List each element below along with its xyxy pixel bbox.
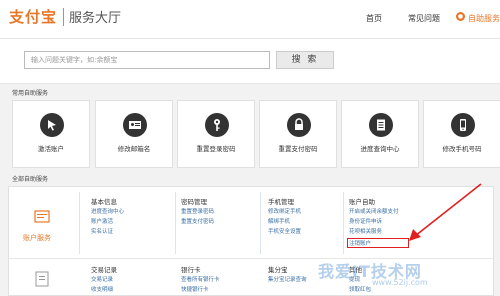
- link-transaction-records[interactable]: 交易记录: [91, 275, 113, 283]
- category-basic-info: 基本信息: [91, 198, 117, 206]
- tile-reset-login-password[interactable]: 重置登录密码: [177, 100, 255, 168]
- all-services-label: 全部自助服务: [12, 176, 49, 183]
- divider: [175, 192, 176, 254]
- link-id-appeal[interactable]: 身份证件申诉: [349, 217, 382, 225]
- tile-change-email[interactable]: 修改邮箱名: [95, 100, 173, 168]
- document-icon: [369, 113, 393, 137]
- tile-label: 修改手机号码: [442, 145, 482, 153]
- tile-label: 激活账户: [38, 145, 64, 153]
- account-service-label: 账户服务: [23, 234, 51, 242]
- watermark-url: www.52ij.com: [372, 278, 428, 287]
- tile-activate-account[interactable]: 激活账户: [12, 100, 90, 168]
- search-input[interactable]: 输入问题关键字，如:余额宝: [24, 51, 270, 69]
- link-real-name-auth[interactable]: 实名认证: [91, 227, 113, 235]
- category-bank-cards: 银行卡: [181, 266, 201, 274]
- divider: [343, 192, 344, 254]
- category-transactions: 交易记录: [91, 266, 117, 274]
- link-jifenbao-records[interactable]: 集分宝记录查询: [268, 275, 307, 283]
- nav-self-service[interactable]: 自助服务: [468, 13, 500, 24]
- page-title: 服务大厅: [69, 11, 122, 26]
- link-reset-login-password[interactable]: 重置登录密码: [181, 207, 214, 215]
- link-change-bound-phone[interactable]: 修改绑定手机: [268, 207, 301, 215]
- lock-icon: [287, 113, 311, 137]
- divider: [260, 192, 261, 254]
- link-phone-security[interactable]: 手机安全设置: [268, 227, 301, 235]
- cursor-icon: [40, 113, 64, 137]
- red-arrow-annotation: [409, 183, 482, 241]
- tile-label: 进度查询中心: [360, 145, 400, 153]
- tile-reset-pay-password[interactable]: 重置支付密码: [259, 100, 337, 168]
- link-huabei-service[interactable]: 花呗相关服务: [349, 227, 382, 235]
- tile-progress-center[interactable]: 进度查询中心: [341, 100, 419, 168]
- transaction-icon: [35, 271, 49, 287]
- nav-home[interactable]: 首页: [366, 13, 382, 24]
- link-account-activate[interactable]: 账户激活: [91, 217, 113, 225]
- link-balance-payment[interactable]: 开启或关闭余额支付: [349, 207, 399, 215]
- id-card-icon: [123, 113, 147, 137]
- self-service-icon: ●: [456, 12, 465, 21]
- link-reset-pay-password[interactable]: 重置支付密码: [181, 217, 214, 225]
- tile-label: 修改邮箱名: [117, 145, 151, 153]
- category-password: 密码管理: [181, 198, 207, 206]
- link-progress-center[interactable]: 进度查询中心: [91, 207, 124, 215]
- common-services-label: 常用自助服务: [12, 90, 49, 97]
- phone-icon: [451, 113, 475, 137]
- link-quick-bank-cards[interactable]: 快捷银行卡: [181, 285, 209, 293]
- search-area: 输入问题关键字，如:余额宝 搜 索: [0, 39, 500, 84]
- link-all-bank-cards[interactable]: 查看所有银行卡: [181, 275, 220, 283]
- key-icon: [205, 113, 229, 137]
- tile-label: 重置支付密码: [278, 145, 318, 153]
- link-unbind-phone[interactable]: 解绑手机: [268, 217, 290, 225]
- alipay-logo[interactable]: 支付宝: [9, 6, 57, 27]
- highlight-box: [347, 238, 409, 248]
- divider: [79, 192, 80, 254]
- link-red-packet[interactable]: 领取红包: [349, 285, 371, 293]
- account-service-icon: [34, 210, 50, 223]
- tile-change-phone[interactable]: 修改手机号码: [423, 100, 500, 168]
- link-income-details[interactable]: 收支明细: [91, 285, 113, 293]
- top-header: 支付宝 服务大厅 首页 常见问题 ● 自助服务: [0, 0, 500, 39]
- tile-label: 重置登录密码: [196, 145, 236, 153]
- category-jifenbao: 集分宝: [268, 266, 288, 274]
- category-phone: 手机管理: [268, 198, 294, 206]
- category-account-self-service: 账户自助: [349, 198, 375, 206]
- logo-divider: [63, 8, 64, 26]
- search-button[interactable]: 搜 索: [276, 51, 334, 69]
- nav-faq[interactable]: 常见问题: [408, 13, 440, 24]
